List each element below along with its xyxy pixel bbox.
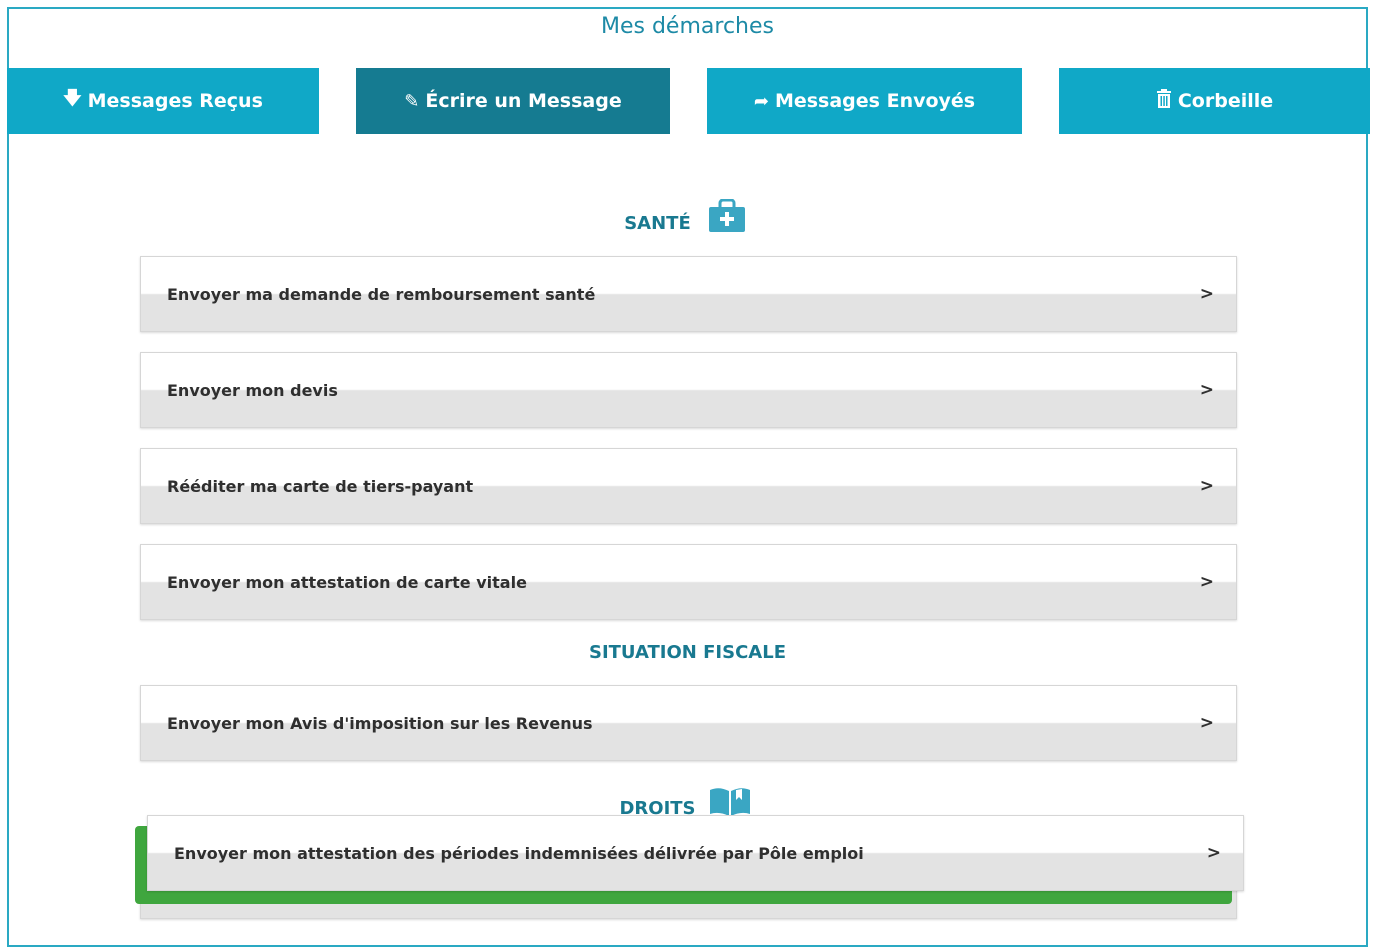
list-item[interactable]: Envoyer mon devis > (140, 352, 1237, 428)
list-item[interactable]: Envoyer mon attestation des périodes ind… (147, 815, 1244, 891)
share-arrow-icon: ➦ (753, 90, 769, 112)
list-item-label: Envoyer mon attestation de carte vitale (167, 573, 527, 592)
list-item[interactable]: Envoyer ma demande de remboursement sant… (140, 256, 1237, 332)
list-item-label: Rééditer ma carte de tiers-payant (167, 477, 474, 496)
chevron-right-icon: > (1206, 843, 1221, 863)
trash-icon (1156, 89, 1172, 113)
tab-bar: 🡇 Messages Reçus ✎ Écrire un Message ➦ M… (7, 68, 1370, 134)
medical-kit-icon (709, 198, 745, 232)
section-title-sante: SANTÉ (624, 213, 691, 234)
tab-corbeille[interactable]: Corbeille (1059, 68, 1370, 134)
chevron-right-icon: > (1199, 476, 1214, 496)
chevron-right-icon: > (1199, 713, 1214, 733)
tab-label: Écrire un Message (425, 90, 622, 112)
page-title: Mes démarches (601, 14, 774, 39)
list-item[interactable]: Rééditer ma carte de tiers-payant > (140, 448, 1237, 524)
tab-messages-recus[interactable]: 🡇 Messages Reçus (7, 68, 319, 134)
section-title-situation-fiscale: SITUATION FISCALE (588, 642, 786, 663)
tab-label: Corbeille (1177, 90, 1274, 112)
list-item-label: Envoyer mon devis (167, 381, 338, 400)
list-item[interactable]: Envoyer mon Avis d'imposition sur les Re… (140, 685, 1237, 761)
chevron-right-icon: > (1199, 284, 1214, 304)
pencil-icon: ✎ (404, 90, 420, 112)
tab-ecrire-message[interactable]: ✎ Écrire un Message (356, 68, 670, 134)
tab-messages-envoyes[interactable]: ➦ Messages Envoyés (707, 68, 1022, 134)
list-item-label: Envoyer mon Avis d'imposition sur les Re… (167, 714, 593, 733)
list-item-label: Envoyer ma demande de remboursement sant… (167, 285, 596, 304)
tab-label: Messages Envoyés (774, 90, 976, 112)
chevron-right-icon: > (1199, 572, 1214, 592)
list-item[interactable]: Envoyer mon attestation de carte vitale … (140, 544, 1237, 620)
arrow-down-icon: 🡇 (63, 88, 82, 109)
list-item-label: Envoyer mon attestation des périodes ind… (174, 844, 864, 863)
book-icon (708, 786, 752, 816)
chevron-right-icon: > (1199, 380, 1214, 400)
tab-label: Messages Reçus (87, 90, 263, 112)
